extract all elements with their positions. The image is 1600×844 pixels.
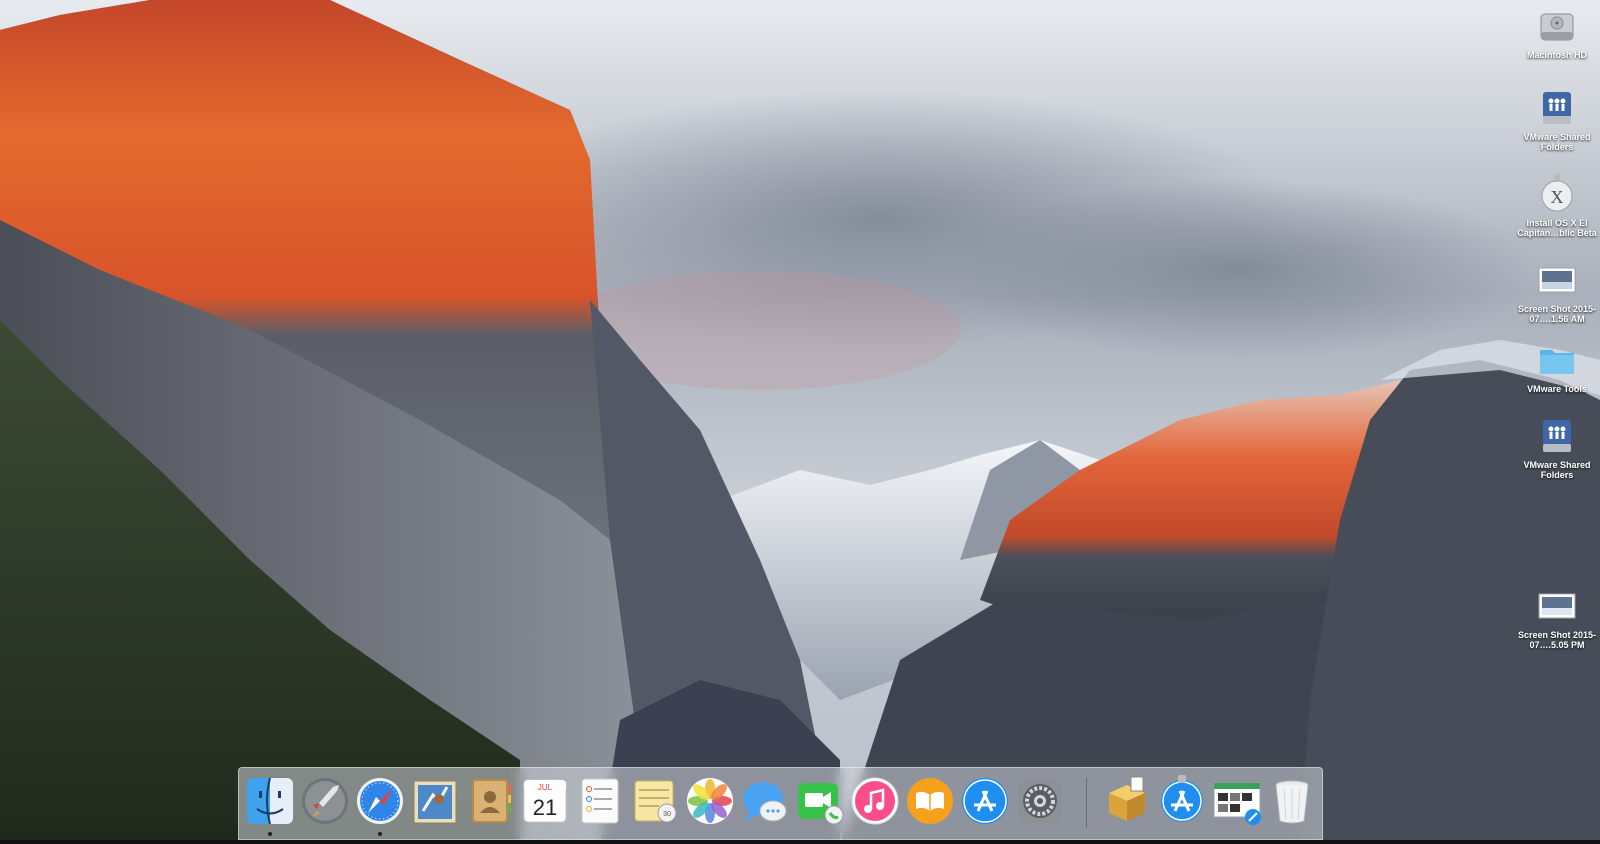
app-store-download-icon <box>1161 775 1203 822</box>
desktop-item-screen-shot-2[interactable]: Screen Shot 2015-07….5.05 PM <box>1514 584 1600 650</box>
desktop-item-label: Screen Shot 2015-07….5.05 PM <box>1517 630 1597 650</box>
desktop-item-label: VMware Shared Folders <box>1523 132 1591 152</box>
desktop-item-label: Screen Shot 2015-07….1.56 AM <box>1517 304 1597 324</box>
itunes-icon <box>851 777 899 825</box>
reminders-icon <box>581 778 619 824</box>
dock-safari[interactable] <box>354 775 406 836</box>
running-indicator <box>268 832 272 836</box>
calendar-month: JUL <box>538 783 553 792</box>
safari-icon <box>357 778 403 824</box>
calendar-icon: JUL 21 <box>523 779 567 823</box>
system-preferences-icon <box>1018 779 1062 823</box>
dock-launchpad[interactable] <box>299 775 351 827</box>
svg-text:30: 30 <box>663 811 671 818</box>
contacts-icon <box>472 779 511 823</box>
hard-drive-icon <box>1535 4 1579 48</box>
notes-icon: 30 <box>634 780 677 823</box>
desktop-wallpaper <box>0 0 1600 844</box>
svg-text:X: X <box>1551 187 1564 207</box>
dock-mail[interactable] <box>409 775 461 827</box>
dock-web-document[interactable] <box>1211 775 1263 827</box>
photos-icon <box>687 778 733 824</box>
dock-separator <box>1086 778 1087 828</box>
desktop-item-label: VMware Tools <box>1527 384 1587 394</box>
dock-app-store-download[interactable] <box>1156 775 1208 827</box>
dock-installer-package[interactable] <box>1101 775 1153 827</box>
running-indicator <box>378 832 382 836</box>
web-document-icon <box>1213 782 1261 825</box>
finder-icon <box>247 777 293 825</box>
dock-finder[interactable] <box>244 775 296 836</box>
dock-notes[interactable]: 30 <box>629 775 681 827</box>
calendar-day: 21 <box>533 795 557 820</box>
desktop-item-label: Macintosh HD <box>1526 50 1587 60</box>
dock-itunes[interactable] <box>849 775 901 827</box>
trash-icon <box>1275 780 1309 824</box>
dock-contacts[interactable] <box>464 775 516 827</box>
launchpad-icon <box>302 778 348 824</box>
dock-calendar[interactable]: JUL 21 <box>519 775 571 827</box>
screenshot-file-icon <box>1535 258 1579 302</box>
dock: JUL 21 30 <box>238 767 1323 840</box>
app-store-icon <box>962 778 1008 824</box>
desktop-icons-column: Macintosh HD VMware Shared Folders X Ins… <box>1514 0 1600 844</box>
desktop-item-macintosh-hd[interactable]: Macintosh HD <box>1514 4 1600 60</box>
shared-folder-drive-icon <box>1535 86 1579 130</box>
dock-photos[interactable] <box>684 775 736 827</box>
installer-package-icon <box>1109 776 1145 821</box>
desktop-item-vmware-tools[interactable]: VMware Tools <box>1514 338 1600 394</box>
facetime-icon <box>798 783 844 825</box>
dock-ibooks[interactable] <box>904 775 956 827</box>
messages-icon <box>743 782 787 822</box>
desktop-item-vmware-shared-folders-2[interactable]: VMware Shared Folders <box>1514 414 1600 480</box>
desktop-item-label: Install OS X El Capitan…blic Beta <box>1517 218 1597 238</box>
desktop-item-label: VMware Shared Folders <box>1523 460 1591 480</box>
desktop-item-vmware-shared-folders[interactable]: VMware Shared Folders <box>1514 86 1600 152</box>
dock-reminders[interactable] <box>574 775 626 827</box>
dock-app-store[interactable] <box>959 775 1011 827</box>
desktop-item-install-os-x[interactable]: X Install OS X El Capitan…blic Beta <box>1514 172 1600 238</box>
ibooks-icon <box>907 778 953 824</box>
os-x-installer-icon: X <box>1535 172 1579 216</box>
mail-icon <box>413 780 457 824</box>
dock-facetime[interactable] <box>794 775 846 827</box>
shared-folder-drive-icon <box>1535 414 1579 458</box>
screenshot-file-icon <box>1535 584 1579 628</box>
screen-bottom-edge <box>0 840 1600 844</box>
dock-messages[interactable] <box>739 775 791 827</box>
desktop-item-screen-shot-1[interactable]: Screen Shot 2015-07….1.56 AM <box>1514 258 1600 324</box>
dock-system-preferences[interactable] <box>1014 775 1066 827</box>
folder-icon <box>1535 338 1579 382</box>
dock-trash[interactable] <box>1266 775 1318 827</box>
